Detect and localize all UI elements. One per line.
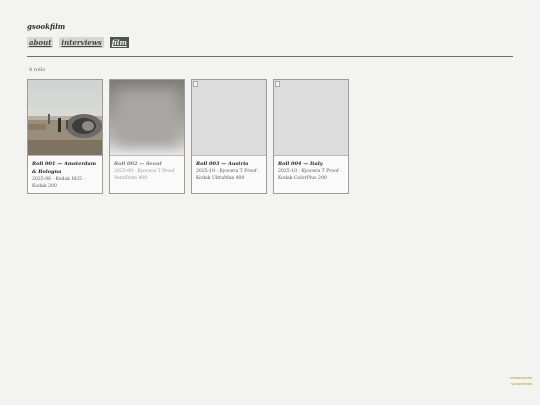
corner-link-2[interactable]: socialmedia [510, 381, 532, 387]
roll-grid: Roll 001 — Amsterdam & Bologna 2025-06 ·… [27, 79, 349, 194]
site-title[interactable]: gsookfilm [27, 22, 65, 31]
roll-card-003[interactable]: Roll 003 — Austria 2025-10 · Kyocera T P… [191, 79, 267, 194]
roll-count: 4 rolls [29, 67, 45, 73]
main-nav: about interviews film [27, 37, 129, 48]
roll-meta: 2025-10 · Kyocera T Proof · Kodak ColorP… [278, 169, 342, 181]
blurred-photo [116, 90, 178, 146]
nav-interviews[interactable]: interviews [59, 37, 104, 48]
roll-002-photo-loading [110, 80, 184, 156]
roll-003-photo [192, 80, 266, 156]
roll-card-004[interactable]: Roll 004 — Italy 2025-10 · Kyocera T Pro… [273, 79, 349, 194]
roll-title: Roll 003 — Austria [196, 161, 249, 167]
roll-card-002[interactable]: Roll 002 — Seoul 2025-09 · Kyocera T Pro… [109, 79, 185, 194]
roll-004-photo [274, 80, 348, 156]
broken-image-icon [275, 81, 280, 87]
nav-film[interactable]: film [109, 37, 129, 48]
roll-title: Roll 001 — Amsterdam & Bologna [32, 161, 97, 175]
roll-title: Roll 004 — Italy [278, 161, 323, 167]
roll-meta: 2025-09 · Kyocera T Proof · Ventiform 40… [114, 169, 178, 181]
header-divider [27, 56, 513, 57]
roll-meta: 2025-06 · Kodak M35 · Kodak 200 [32, 177, 85, 189]
roll-title: Roll 002 — Seoul [114, 161, 162, 167]
roll-001-photo [28, 80, 102, 156]
sculpture-photo [28, 80, 102, 155]
corner-links: vimeo/seede socialmedia [510, 375, 532, 387]
roll-meta: 2025-10 · Kyocera T Proof · Kodak UltraM… [196, 169, 260, 181]
broken-image-icon [193, 81, 198, 87]
nav-about[interactable]: about [27, 37, 54, 48]
roll-card-001[interactable]: Roll 001 — Amsterdam & Bologna 2025-06 ·… [27, 79, 103, 194]
